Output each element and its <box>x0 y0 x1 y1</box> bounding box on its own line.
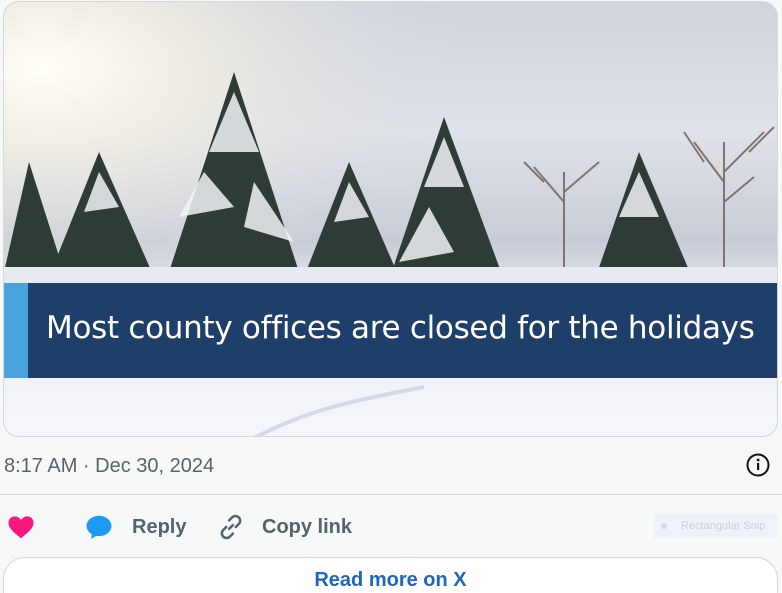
post-image[interactable]: Most county offices are closed for the h… <box>3 1 778 437</box>
link-icon <box>220 514 242 540</box>
snip-label: Rectangular Snip <box>681 520 766 532</box>
reply-label: Reply <box>132 515 187 538</box>
post-card: Most county offices are closed for the h… <box>0 0 782 593</box>
read-more-label: Read more on X <box>314 569 467 591</box>
read-more-button[interactable]: Read more on X <box>3 557 778 593</box>
divider <box>0 494 782 495</box>
banner-accent-bar <box>4 283 28 378</box>
rectangular-snip-overlay: Rectangular Snip <box>653 514 778 538</box>
post-timestamp[interactable]: 8:17 AM · Dec 30, 2024 <box>4 455 214 478</box>
heart-icon <box>8 516 34 539</box>
snip-dot-icon <box>661 523 667 529</box>
image-caption: Most county offices are closed for the h… <box>46 310 755 346</box>
caption-banner: Most county offices are closed for the h… <box>4 283 777 378</box>
speech-bubble-icon <box>86 515 112 539</box>
copy-link-label: Copy link <box>262 515 353 538</box>
copy-link-button[interactable]: Copy link <box>216 505 352 549</box>
like-button[interactable] <box>6 505 36 549</box>
reply-button[interactable]: Reply <box>84 505 186 549</box>
info-icon[interactable] <box>746 453 770 477</box>
